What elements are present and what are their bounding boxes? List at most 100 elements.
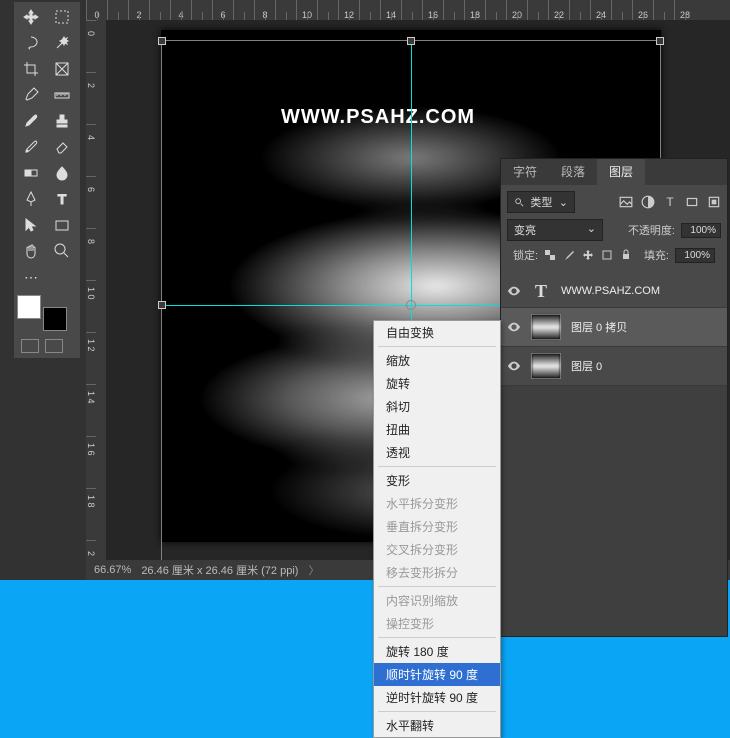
opacity-label: 不透明度:: [628, 222, 675, 238]
layer-item[interactable]: T WWW.PSAHZ.COM: [501, 275, 727, 308]
menu-skew[interactable]: 斜切: [374, 395, 500, 418]
layer-item[interactable]: 图层 0 拷贝: [501, 308, 727, 347]
eraser-tool[interactable]: [48, 135, 76, 159]
menu-scale[interactable]: 缩放: [374, 349, 500, 372]
type-layer-icon: T: [531, 281, 551, 301]
shape-tool[interactable]: [48, 213, 76, 237]
toolbox: T ⋯: [14, 2, 80, 358]
filter-shape-icon[interactable]: [685, 195, 699, 209]
blend-mode-value: 变亮: [514, 222, 536, 238]
lock-artboard-icon[interactable]: [601, 249, 613, 261]
menu-perspective[interactable]: 透视: [374, 441, 500, 464]
transform-context-menu: 自由变换 缩放 旋转 斜切 扭曲 透视 变形 水平拆分变形 垂直拆分变形 交叉拆…: [373, 320, 501, 738]
panel-tabs: 字符 段落 图层: [501, 159, 727, 185]
layer-kind-select[interactable]: 类型 ⌄: [507, 191, 575, 213]
ruler-tool[interactable]: [48, 83, 76, 107]
quickmask-mode[interactable]: [45, 339, 63, 353]
tab-paragraph[interactable]: 段落: [549, 159, 597, 185]
layers-list: T WWW.PSAHZ.COM 图层 0 拷贝 图层 0: [501, 275, 727, 386]
menu-rotate[interactable]: 旋转: [374, 372, 500, 395]
watermark-text: WWW.PSAHZ.COM: [281, 106, 475, 129]
panel-empty-area: [501, 386, 727, 636]
filter-image-icon[interactable]: [619, 195, 633, 209]
menu-remove-split: 移去变形拆分: [374, 561, 500, 584]
layer-thumb: [531, 353, 561, 379]
menu-flip-h[interactable]: 水平翻转: [374, 714, 500, 737]
menu-rotate-ccw-90[interactable]: 逆时针旋转 90 度: [374, 686, 500, 709]
path-select-tool[interactable]: [17, 213, 45, 237]
visibility-toggle[interactable]: [507, 284, 521, 298]
menu-split-h: 水平拆分变形: [374, 492, 500, 515]
frame-tool[interactable]: [48, 57, 76, 81]
ruler-horizontal: 0246810121416182022242628: [86, 0, 730, 20]
layer-item[interactable]: 图层 0: [501, 347, 727, 386]
lasso-tool[interactable]: [17, 31, 45, 55]
lock-transparent-icon[interactable]: [544, 249, 556, 261]
menu-warp[interactable]: 变形: [374, 469, 500, 492]
panel-group: 字符 段落 图层 类型 ⌄ T 变: [500, 158, 728, 637]
foreground-color-swatch[interactable]: [17, 295, 41, 319]
marquee-tool[interactable]: [48, 5, 76, 29]
lock-position-icon[interactable]: [582, 249, 594, 261]
tab-layers[interactable]: 图层: [597, 159, 645, 185]
lock-all-icon[interactable]: [620, 249, 632, 261]
menu-separator: [378, 346, 496, 347]
doc-info: 26.46 厘米 x 26.46 厘米 (72 ppi): [141, 562, 298, 578]
filter-type-icon[interactable]: T: [663, 195, 677, 209]
history-brush-tool[interactable]: [17, 135, 45, 159]
menu-puppet: 操控变形: [374, 612, 500, 635]
menu-separator: [378, 711, 496, 712]
menu-free-transform[interactable]: 自由变换: [374, 321, 500, 344]
eyedropper-tool[interactable]: [17, 83, 45, 107]
color-swatches[interactable]: [17, 295, 73, 331]
layer-controls: 类型 ⌄ T 变亮 ⌄ 不透明度: 100%: [501, 185, 727, 275]
ruler-vertical: 024681 01 21 41 61 82: [86, 20, 106, 560]
move-tool[interactable]: [17, 5, 45, 29]
menu-content-aware: 内容识别缩放: [374, 589, 500, 612]
blur-tool[interactable]: [48, 161, 76, 185]
zoom-tool[interactable]: [48, 239, 76, 263]
kind-label: 类型: [530, 194, 552, 210]
layer-thumb: [531, 314, 561, 340]
fill-value[interactable]: 100%: [675, 248, 715, 263]
app-window: 0246810121416182022242628 T ⋯: [0, 0, 730, 580]
fill-label: 填充:: [644, 247, 669, 263]
pen-tool[interactable]: [17, 187, 45, 211]
chevron-down-icon: ⌄: [587, 222, 596, 238]
tab-character[interactable]: 字符: [501, 159, 549, 185]
menu-distort[interactable]: 扭曲: [374, 418, 500, 441]
menu-separator: [378, 466, 496, 467]
layer-name: 图层 0: [571, 358, 602, 374]
lock-paint-icon[interactable]: [563, 249, 575, 261]
visibility-toggle[interactable]: [507, 320, 521, 334]
visibility-toggle[interactable]: [507, 359, 521, 373]
stamp-tool[interactable]: [48, 109, 76, 133]
menu-separator: [378, 637, 496, 638]
background-color-swatch[interactable]: [43, 307, 67, 331]
menu-split-x: 交叉拆分变形: [374, 538, 500, 561]
gradient-tool[interactable]: [17, 161, 45, 185]
layer-name: WWW.PSAHZ.COM: [561, 285, 660, 297]
menu-separator: [378, 586, 496, 587]
chevron-down-icon: ⌄: [559, 196, 568, 209]
filter-smart-icon[interactable]: [707, 195, 721, 209]
hand-tool[interactable]: [17, 239, 45, 263]
brush-tool[interactable]: [17, 109, 45, 133]
status-arrow-icon[interactable]: 〉: [308, 562, 319, 578]
crop-tool[interactable]: [17, 57, 45, 81]
blend-mode-select[interactable]: 变亮 ⌄: [507, 219, 603, 241]
menu-rotate-180[interactable]: 旋转 180 度: [374, 640, 500, 663]
type-tool[interactable]: T: [48, 187, 76, 211]
menu-rotate-cw-90[interactable]: 顺时针旋转 90 度: [374, 663, 500, 686]
extra-tool[interactable]: ⋯: [17, 265, 45, 289]
standard-mode[interactable]: [21, 339, 39, 353]
svg-text:T: T: [58, 191, 67, 207]
search-icon: [514, 197, 524, 207]
opacity-value[interactable]: 100%: [681, 223, 721, 238]
layer-name: 图层 0 拷贝: [571, 319, 627, 335]
menu-split-v: 垂直拆分变形: [374, 515, 500, 538]
filter-adjust-icon[interactable]: [641, 195, 655, 209]
wand-tool[interactable]: [48, 31, 76, 55]
lock-label: 锁定:: [513, 247, 538, 263]
zoom-level[interactable]: 66.67%: [94, 564, 131, 576]
